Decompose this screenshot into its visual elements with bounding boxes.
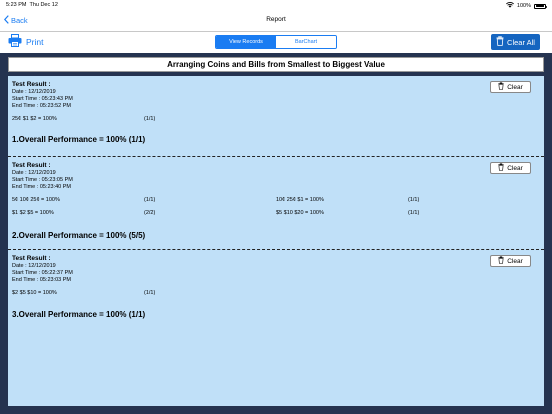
result-item: 25¢ $1 $2 = 100% [12,116,57,122]
page-title: Report [266,16,286,23]
battery-percent: 100% [516,3,531,9]
clear-result-button[interactable]: Clear [490,81,531,93]
printer-icon [8,34,22,49]
result-score: (1/1) [408,210,420,216]
clear-all-label: Clear All [507,37,535,47]
clear-label: Clear [507,257,523,265]
clear-label: Clear [507,83,523,91]
result-date: Date : 12/12/2019 [12,89,56,95]
battery-icon [534,3,547,9]
status-bar: 5:23 PM Thu Dec 12 100% [0,0,552,10]
view-segmented-control: View Records BarChart [215,35,337,49]
overall-performance: 3.Overall Performance = 100% (1/1) [12,310,146,319]
status-time: 5:23 PM Thu Dec 12 [6,2,58,8]
result-card: Test Result : Date : 12/12/2019 Start Ti… [8,249,544,329]
clear-all-button[interactable]: Clear All [491,34,540,50]
results-list[interactable]: Test Result : Date : 12/12/2019 Start Ti… [8,76,544,406]
tab-view-records[interactable]: View Records [216,36,276,48]
result-score: (1/1) [144,290,156,296]
result-heading: Test Result : [12,255,51,262]
result-item: 5¢ 10¢ 25¢ = 100% [12,197,60,203]
result-item: $2 $5 $10 = 100% [12,290,57,296]
trash-icon [496,36,504,48]
result-heading: Test Result : [12,162,51,169]
navigation-bar: Back Report [0,10,552,32]
result-item: $1 $2 $5 = 100% [12,210,54,216]
result-date: Date : 12/12/2019 [12,263,56,269]
result-item: $5 $10 $20 = 100% [276,210,324,216]
result-heading: Test Result : [12,81,51,88]
result-date: Date : 12/12/2019 [12,170,56,176]
clear-result-button[interactable]: Clear [490,255,531,267]
result-score: (1/1) [144,116,156,122]
overall-performance: 1.Overall Performance = 100% (1/1) [12,135,146,144]
trash-icon [498,256,504,266]
result-card: Test Result : Date : 12/12/2019 Start Ti… [8,156,544,249]
result-end-time: End Time : 05:23:40 PM [12,184,72,190]
result-start-time: Start Time : 05:23:43 PM [12,96,73,102]
result-start-time: Start Time : 05:23:05 PM [12,177,73,183]
result-score: (2/2) [144,210,156,216]
overall-performance: 2.Overall Performance = 100% (5/5) [12,231,146,240]
result-end-time: End Time : 05:23:52 PM [12,103,72,109]
clear-result-button[interactable]: Clear [490,162,531,174]
wifi-icon [505,2,514,10]
result-start-time: Start Time : 05:22:37 PM [12,270,73,276]
result-score: (1/1) [408,197,420,203]
trash-icon [498,163,504,173]
result-item: 10¢ 25¢ $1 = 100% [276,197,324,203]
clear-label: Clear [507,164,523,172]
print-button[interactable]: Print [8,34,43,49]
trash-icon [498,82,504,92]
result-card: Test Result : Date : 12/12/2019 Start Ti… [8,76,544,156]
print-label: Print [26,36,44,47]
result-score: (1/1) [144,197,156,203]
result-end-time: End Time : 05:23:03 PM [12,277,72,283]
report-title: Arranging Coins and Bills from Smallest … [8,57,544,72]
tab-barchart[interactable]: BarChart [276,36,336,48]
toolbar: Print View Records BarChart Clear All [0,32,552,52]
report-area: Arranging Coins and Bills from Smallest … [0,53,552,414]
